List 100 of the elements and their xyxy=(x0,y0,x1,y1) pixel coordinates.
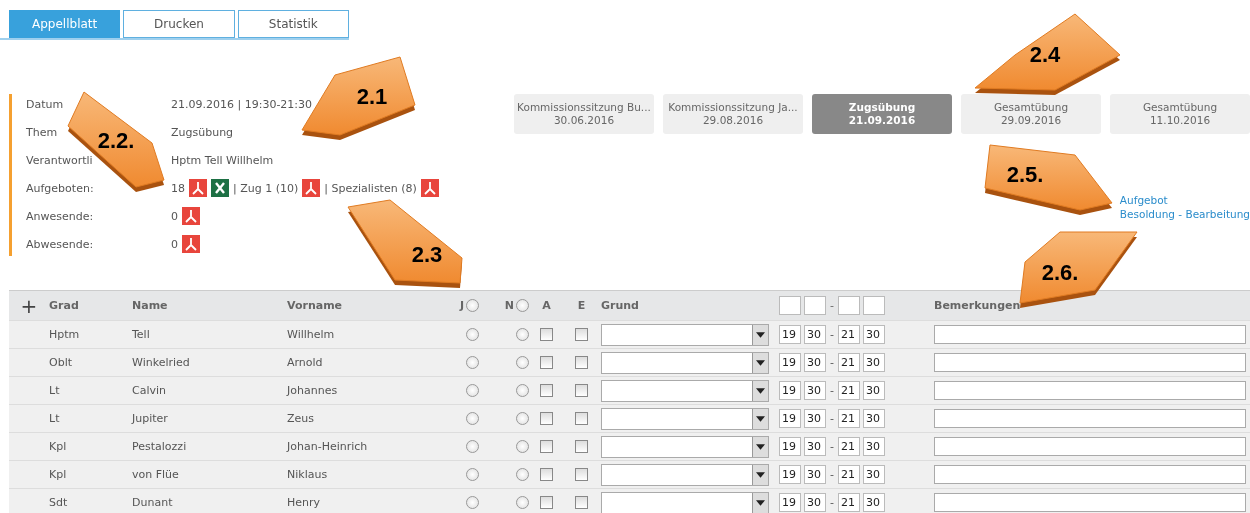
time-field[interactable]: 30 xyxy=(804,381,826,400)
remarks-field[interactable] xyxy=(934,493,1246,512)
remarks-field[interactable] xyxy=(934,325,1246,344)
radio-button[interactable] xyxy=(516,440,529,453)
pdf-icon[interactable] xyxy=(182,235,200,253)
tab[interactable]: Drucken xyxy=(123,10,235,38)
checkbox[interactable] xyxy=(575,356,588,369)
time-separator: - xyxy=(829,412,835,425)
radio-button[interactable] xyxy=(516,328,529,341)
time-field[interactable]: 30 xyxy=(863,409,885,428)
time-field[interactable]: 21 xyxy=(838,381,860,400)
caret-icon xyxy=(756,499,765,506)
checkbox[interactable] xyxy=(575,384,588,397)
pdf-icon[interactable] xyxy=(182,207,200,225)
time-field[interactable]: 30 xyxy=(863,325,885,344)
radio-button[interactable] xyxy=(466,356,479,369)
time-field[interactable]: 19 xyxy=(779,437,801,456)
reason-dropdown[interactable] xyxy=(601,379,769,402)
time-field[interactable]: 30 xyxy=(863,353,885,372)
radio-button[interactable] xyxy=(466,468,479,481)
time-field[interactable]: 30 xyxy=(863,381,885,400)
checkbox[interactable] xyxy=(575,440,588,453)
radio-button[interactable] xyxy=(516,356,529,369)
time-field[interactable]: 30 xyxy=(863,465,885,484)
time-field[interactable]: 19 xyxy=(779,493,801,512)
time-field[interactable]: 30 xyxy=(804,353,826,372)
time-field[interactable] xyxy=(804,296,826,315)
table-cell-text: Kpl xyxy=(49,440,68,453)
tab[interactable]: Statistik xyxy=(237,10,349,38)
event-title: Zugsübung xyxy=(848,101,916,114)
excel-icon[interactable] xyxy=(211,179,229,197)
time-field[interactable]: 30 xyxy=(804,465,826,484)
remarks-field[interactable] xyxy=(934,409,1246,428)
checkbox[interactable] xyxy=(540,412,553,425)
table-cell-text: Hptm xyxy=(49,328,81,341)
time-field[interactable] xyxy=(779,296,801,315)
checkbox[interactable] xyxy=(540,440,553,453)
checkbox[interactable] xyxy=(575,496,588,509)
time-field[interactable]: 21 xyxy=(838,493,860,512)
event-card[interactable]: Zugsübung 21.09.2016 xyxy=(812,94,952,134)
time-field[interactable]: 30 xyxy=(804,325,826,344)
time-field[interactable]: 21 xyxy=(838,465,860,484)
checkbox[interactable] xyxy=(575,328,588,341)
time-field[interactable]: 30 xyxy=(804,409,826,428)
checkbox[interactable] xyxy=(575,468,588,481)
remarks-field[interactable] xyxy=(934,465,1246,484)
time-field[interactable]: 30 xyxy=(804,493,826,512)
radio-button[interactable] xyxy=(516,496,529,509)
event-card[interactable]: Kommissionssitzung Ja... 29.08.2016 xyxy=(663,94,803,134)
radio-button[interactable] xyxy=(466,496,479,509)
radio-button[interactable] xyxy=(466,299,479,312)
radio-button[interactable] xyxy=(466,328,479,341)
event-card[interactable]: Gesamtübung 29.09.2016 xyxy=(961,94,1101,134)
time-field[interactable]: 19 xyxy=(779,409,801,428)
reason-dropdown[interactable] xyxy=(601,435,769,458)
checkbox[interactable] xyxy=(540,356,553,369)
radio-button[interactable] xyxy=(516,412,529,425)
radio-button[interactable] xyxy=(516,299,529,312)
time-field[interactable] xyxy=(863,296,885,315)
time-field[interactable]: 19 xyxy=(779,325,801,344)
time-field[interactable] xyxy=(838,296,860,315)
reason-dropdown[interactable] xyxy=(601,323,769,346)
pdf-icon[interactable] xyxy=(189,179,207,197)
radio-button[interactable] xyxy=(466,440,479,453)
radio-button[interactable] xyxy=(516,468,529,481)
radio-button[interactable] xyxy=(516,384,529,397)
checkbox[interactable] xyxy=(540,384,553,397)
checkbox[interactable] xyxy=(540,328,553,341)
radio-button[interactable] xyxy=(466,412,479,425)
checkbox[interactable] xyxy=(575,412,588,425)
reason-dropdown[interactable] xyxy=(601,407,769,430)
radio-button[interactable] xyxy=(466,384,479,397)
reason-dropdown[interactable] xyxy=(601,463,769,486)
time-field[interactable]: 21 xyxy=(838,325,860,344)
time-field[interactable]: 21 xyxy=(838,437,860,456)
checkbox[interactable] xyxy=(540,468,553,481)
time-field[interactable]: 30 xyxy=(863,493,885,512)
time-field[interactable]: 19 xyxy=(779,381,801,400)
reason-dropdown[interactable] xyxy=(601,491,769,513)
reason-dropdown[interactable] xyxy=(601,351,769,374)
link[interactable]: Besoldung - Bearbeitung xyxy=(1119,208,1250,220)
time-field[interactable]: 21 xyxy=(838,409,860,428)
column-header: J xyxy=(459,299,464,312)
add-button[interactable]: + xyxy=(9,293,49,318)
remarks-field[interactable] xyxy=(934,353,1246,372)
time-field[interactable]: 30 xyxy=(863,437,885,456)
time-field[interactable]: 19 xyxy=(779,465,801,484)
event-card[interactable]: Gesamtübung 11.10.2016 xyxy=(1110,94,1250,134)
event-date: 21.09.2016 xyxy=(848,114,916,127)
pdf-icon[interactable] xyxy=(302,179,321,197)
event-card[interactable]: Kommissionssitzung Bu... 30.06.2016 xyxy=(514,94,654,134)
link[interactable]: Aufgebot xyxy=(1119,194,1250,206)
event-date: 11.10.2016 xyxy=(1149,114,1211,127)
time-field[interactable]: 19 xyxy=(779,353,801,372)
time-field[interactable]: 30 xyxy=(804,437,826,456)
pdf-icon[interactable] xyxy=(420,179,439,197)
time-field[interactable]: 21 xyxy=(838,353,860,372)
remarks-field[interactable] xyxy=(934,437,1246,456)
remarks-field[interactable] xyxy=(934,381,1246,400)
checkbox[interactable] xyxy=(540,496,553,509)
